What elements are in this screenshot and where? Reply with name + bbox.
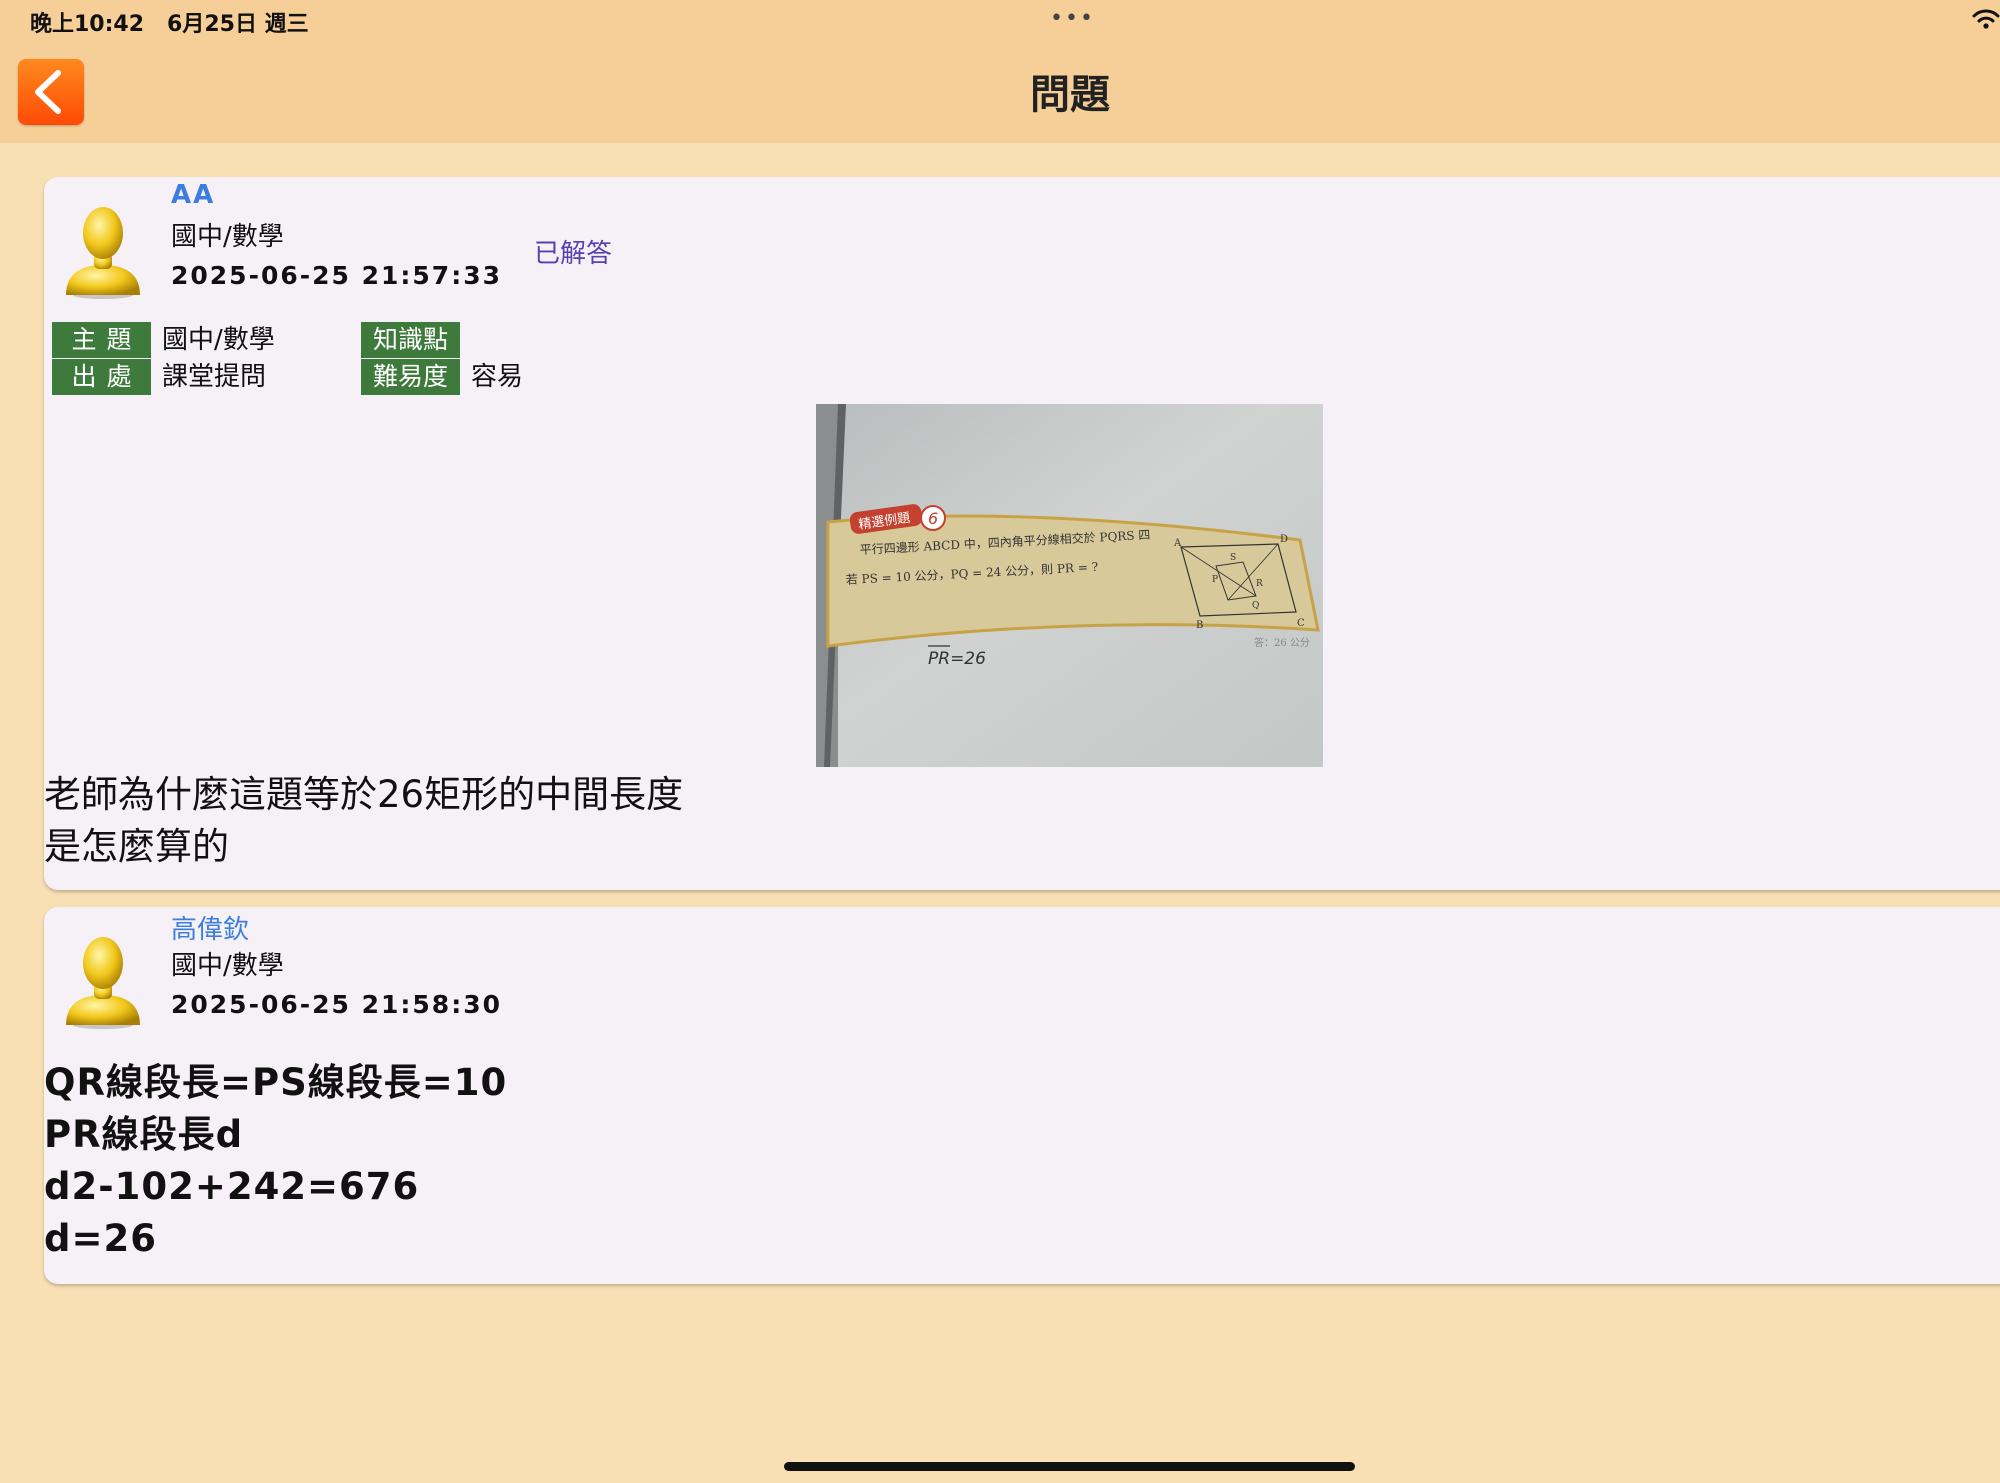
tag-source-value: 課堂提問	[162, 362, 267, 392]
nav-bar: 問題	[0, 40, 2000, 143]
tag-topic-value: 國中/數學	[162, 325, 275, 355]
question-subject: 國中/數學	[171, 222, 284, 252]
question-body-line: 老師為什麼這題等於26矩形的中間長度	[44, 773, 684, 816]
status-time: 晚上10:42 6月25日 週三	[30, 12, 309, 37]
tag-difficulty-label: 難易度	[361, 359, 460, 395]
question-datetime: 2025-06-25 21:57:33	[171, 261, 502, 290]
answer-body-line: d=26	[44, 1217, 157, 1260]
svg-text:R: R	[1256, 579, 1263, 589]
svg-text:6: 6	[928, 509, 938, 528]
answer-body-line: QR線段長=PS線段長=10	[44, 1061, 508, 1104]
svg-text:C: C	[1297, 618, 1305, 629]
tag-topic-label: 主題	[52, 322, 151, 358]
answer-card: 高偉欽 國中/數學 2025-06-25 21:58:30 QR線段長=PS線段…	[44, 907, 2000, 1284]
svg-text:Q: Q	[1252, 601, 1259, 611]
svg-text:D: D	[1280, 534, 1288, 545]
question-card: AA 國中/數學 2025-06-25 21:57:33 已解答 主題 國中/數…	[44, 177, 2000, 890]
answer-body-line: PR線段長d	[44, 1113, 244, 1156]
multitasking-dots[interactable]: •••	[1050, 6, 1095, 31]
answer-datetime: 2025-06-25 21:58:30	[171, 990, 502, 1019]
answer-subject: 國中/數學	[171, 951, 284, 981]
svg-text:P: P	[1212, 575, 1218, 585]
svg-text:答：26 公分: 答：26 公分	[1254, 636, 1310, 649]
status-bar: 晚上10:42 6月25日 週三 •••	[0, 0, 2000, 40]
tag-source-label: 出處	[52, 359, 151, 395]
home-indicator[interactable]	[784, 1462, 1355, 1471]
svg-text:PR=26: PR=26	[928, 649, 986, 669]
svg-text:B: B	[1196, 620, 1203, 631]
svg-text:S: S	[1230, 553, 1236, 563]
wifi-icon	[1972, 9, 2000, 29]
answer-body-line: d2-102+242=676	[44, 1165, 420, 1208]
svg-text:A: A	[1173, 538, 1182, 549]
tag-knowledge-label: 知識點	[361, 322, 460, 358]
page-title: 問題	[1030, 72, 1110, 118]
avatar	[66, 207, 140, 299]
tag-difficulty-value: 容易	[471, 362, 524, 392]
avatar	[66, 937, 140, 1029]
answer-author[interactable]: 高偉欽	[171, 909, 249, 946]
textbook-photo: 精選例題 6 平行四邊形 ABCD 中，四內角平分線相交於 PQRS 四 若 P…	[816, 404, 1323, 767]
question-photo[interactable]: 精選例題 6 平行四邊形 ABCD 中，四內角平分線相交於 PQRS 四 若 P…	[816, 404, 1323, 767]
status-badge: 已解答	[534, 239, 613, 269]
question-author[interactable]: AA	[171, 180, 215, 210]
question-body-line: 是怎麼算的	[44, 825, 229, 868]
